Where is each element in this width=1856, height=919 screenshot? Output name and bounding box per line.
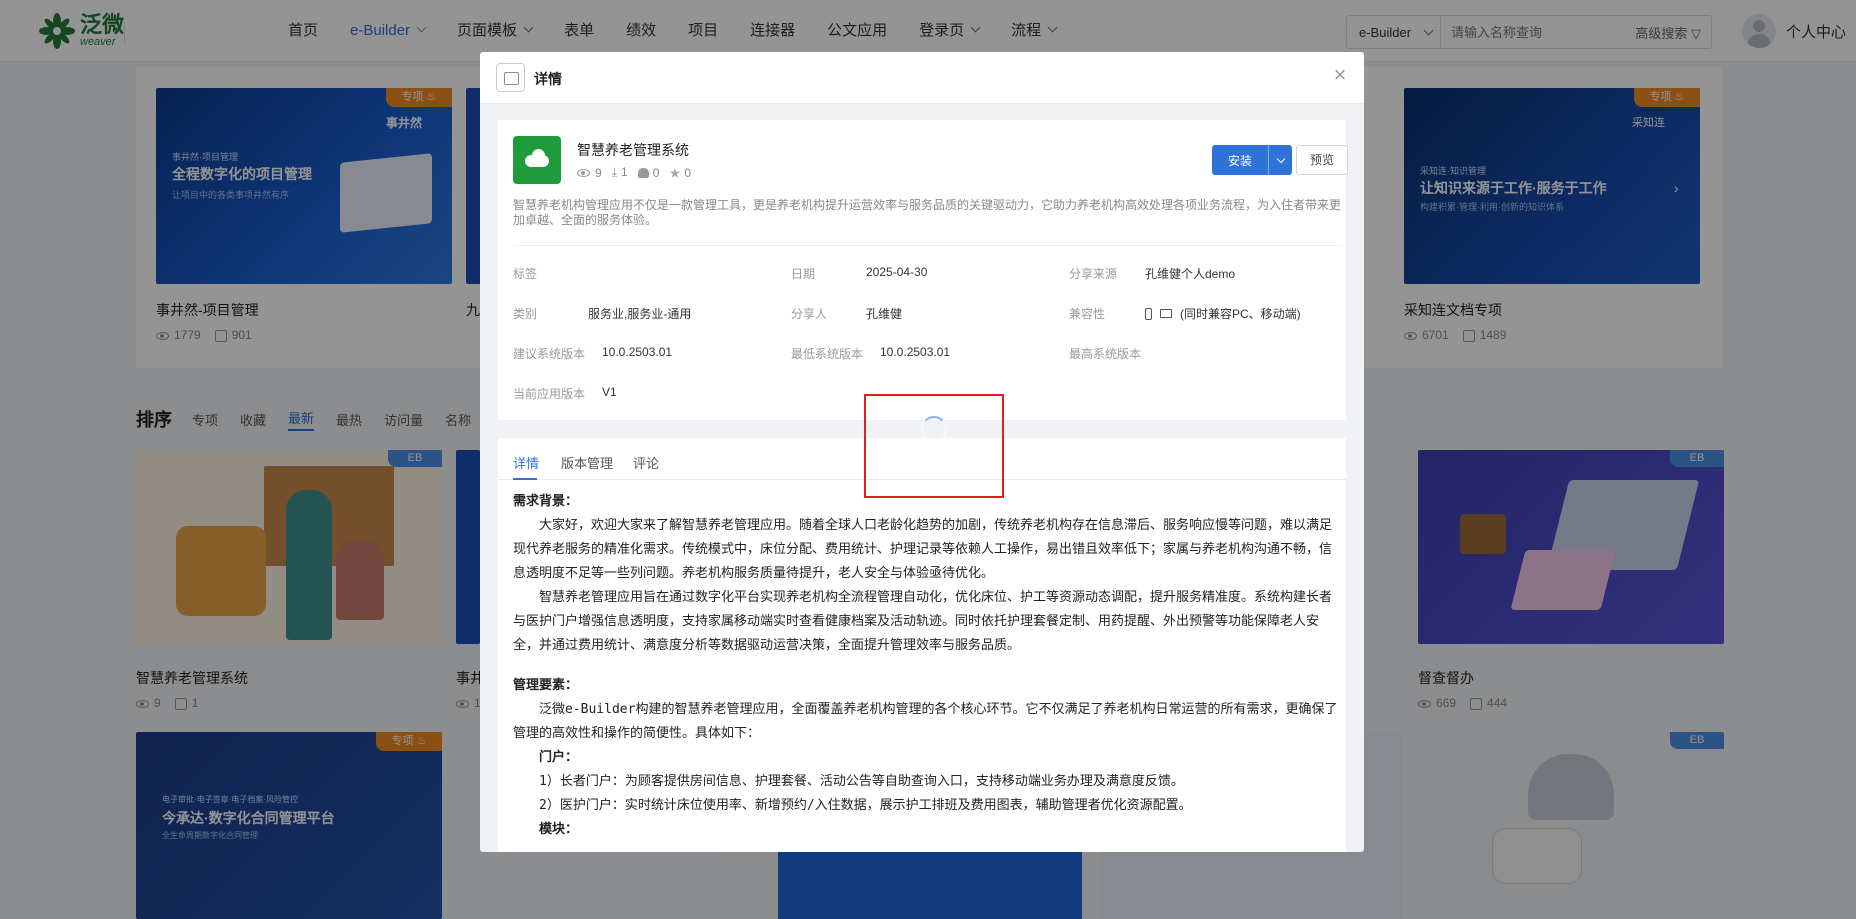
cloud-icon — [513, 136, 561, 184]
install-progress-text: 正在安装中 0% — [880, 458, 988, 475]
loading-spinner-icon — [921, 416, 947, 442]
install-button[interactable]: 安装 — [1212, 145, 1292, 175]
app-name: 智慧养老管理系统 — [577, 142, 689, 158]
eye-icon — [577, 169, 590, 178]
paragraph: 泛微e-Builder构建的智慧养老管理应用，全面覆盖养老机构管理的各个核心环节… — [513, 702, 1338, 741]
download-icon: ⤓ — [611, 165, 617, 179]
close-icon[interactable]: × — [1328, 64, 1352, 88]
modal-title: 详情 — [534, 71, 562, 87]
date-value: 2025-04-30 — [866, 265, 928, 279]
category-label: 类别 — [513, 307, 538, 321]
rating-count: 0 — [669, 166, 691, 180]
download-count: ⤓ 1 — [611, 165, 628, 179]
source-label: 分享来源 — [1069, 267, 1118, 281]
app-detail-content: 需求背景： 大家好，欢迎大家来了解智慧养老管理应用。随着全球人口老龄化趋势的加剧… — [513, 490, 1343, 842]
sub-heading: 门户： — [539, 750, 579, 765]
sharer-label: 分享人 — [791, 307, 828, 321]
detail-tabs-panel: 详情 版本管理 评论 需求背景： 大家好，欢迎大家来了解智慧养老管理应用。随着全… — [498, 438, 1346, 852]
compat-label: 兼容性 — [1069, 307, 1106, 321]
preview-button[interactable]: 预览 — [1296, 145, 1348, 175]
max-version-label: 最高系统版本 — [1069, 347, 1142, 361]
sharer-value: 孔维健 — [866, 307, 903, 321]
list-item: 1）长者门户：为顾客提供房间信息、护理套餐、活动公告等自助查询入口，支持移动端业… — [539, 774, 1184, 789]
divider — [513, 245, 1343, 246]
star-icon — [669, 167, 681, 178]
date-label: 日期 — [791, 267, 816, 281]
suggest-version-value: 10.0.2503.01 — [602, 345, 673, 359]
heart-icon — [637, 168, 649, 179]
list-item: 2）医护门户：实时统计床位使用率、新增预约/入住数据，展示护工排班及费用图表，辅… — [539, 798, 1192, 813]
desktop-icon — [1160, 309, 1172, 318]
store-icon — [496, 63, 525, 92]
source-value: 孔维健个人demo — [1145, 267, 1236, 281]
min-version-label: 最低系统版本 — [791, 347, 864, 361]
active-tab-indicator — [513, 478, 537, 480]
tab-details[interactable]: 详情 — [513, 453, 539, 472]
view-count: 9 — [577, 166, 602, 180]
tag-label: 标签 — [513, 267, 538, 281]
app-stats: 9 ⤓ 1 0 0 — [577, 165, 691, 180]
install-progress-box: 正在安装中 0% — [864, 394, 1004, 498]
section-heading: 管理要素： — [513, 678, 579, 693]
current-version-value: V1 — [602, 385, 617, 399]
compat-value: (同时兼容PC、移动端) — [1180, 307, 1301, 321]
sub-heading: 模块： — [539, 822, 579, 837]
install-dropdown-toggle[interactable] — [1268, 145, 1292, 175]
current-version-label: 当前应用版本 — [513, 387, 586, 401]
tab-versions[interactable]: 版本管理 — [561, 453, 613, 472]
like-count: 0 — [637, 166, 659, 180]
min-version-value: 10.0.2503.01 — [880, 345, 951, 359]
suggest-version-label: 建议系统版本 — [513, 347, 586, 361]
mobile-icon — [1145, 307, 1152, 320]
chevron-down-icon — [1276, 154, 1285, 163]
paragraph: 智慧养老管理应用旨在通过数字化平台实现养老机构全流程管理自动化，优化床位、护工等… — [513, 590, 1333, 653]
app-description: 智慧养老机构管理应用不仅是一款管理工具，更是养老机构提升运营效率与服务品质的关键… — [513, 198, 1342, 227]
modal-header: 详情 × — [480, 52, 1364, 104]
tab-comments[interactable]: 评论 — [633, 453, 659, 472]
paragraph: 大家好，欢迎大家来了解智慧养老管理应用。随着全球人口老龄化趋势的加剧，传统养老机… — [513, 518, 1333, 581]
category-value: 服务业,服务业-通用 — [588, 307, 692, 321]
app-info-panel: 智慧养老管理系统 9 ⤓ 1 0 0 安装 预览 智慧养老机构管理应用不仅是一款管… — [498, 120, 1348, 420]
